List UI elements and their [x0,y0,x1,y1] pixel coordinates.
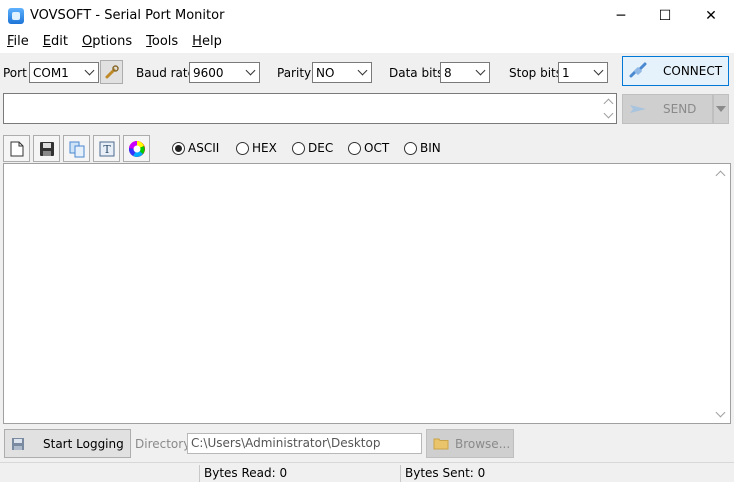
chevron-down-icon [472,71,489,74]
directory-field[interactable]: C:\Users\Administrator\Desktop [187,433,422,454]
menu-options[interactable]: Options [75,31,139,53]
scroll-down-icon [715,407,726,418]
directory-label: Directory: [135,437,194,451]
menu-tools[interactable]: Tools [139,31,185,53]
save-icon [39,141,54,156]
wrench-icon [105,65,119,79]
port-select[interactable]: COM1 [29,62,99,83]
title-bar: VOVSOFT - Serial Port Monitor ─ ☐ ✕ [0,0,734,31]
baud-rate-select[interactable]: 9600 [189,62,260,83]
chevron-down-icon [590,71,607,74]
radio-bin[interactable]: BIN [404,141,441,155]
send-options-dropdown[interactable] [713,94,729,124]
chevron-down-icon [354,71,371,74]
font-icon: T [99,141,114,156]
close-button[interactable]: ✕ [688,0,734,31]
send-arrow-icon [630,105,646,113]
menu-edit[interactable]: Edit [36,31,75,53]
start-logging-button[interactable]: Start Logging [4,429,131,458]
window-title: VOVSOFT - Serial Port Monitor [30,8,225,23]
baud-rate-label: Baud rate [136,66,195,80]
color-button[interactable] [123,135,150,162]
send-input[interactable] [3,93,617,124]
caret-down-icon [716,106,726,112]
minimize-button[interactable]: ─ [598,0,644,31]
menu-file[interactable]: File [0,31,36,53]
browse-button[interactable]: Browse... [426,429,514,458]
copy-button[interactable] [63,135,90,162]
connect-button[interactable]: CONNECT [622,56,729,86]
status-bar: Bytes Read: 0 Bytes Sent: 0 [0,462,734,482]
new-button[interactable] [3,135,30,162]
status-divider [199,465,200,482]
color-wheel-icon [128,140,145,157]
maximize-button[interactable]: ☐ [642,0,688,31]
output-textarea[interactable] [3,163,731,424]
port-label: Port [3,66,27,80]
status-divider [400,465,401,482]
scroll-up-icon [603,98,614,109]
radio-ascii[interactable]: ASCII [172,141,219,155]
port-settings-button[interactable] [100,60,123,84]
copy-icon [69,141,84,157]
save-button[interactable] [33,135,60,162]
stop-bits-label: Stop bits [509,66,563,80]
new-file-icon [10,141,23,156]
font-button[interactable]: T [93,135,120,162]
stop-bits-select[interactable]: 1 [558,62,608,83]
app-icon [8,8,24,24]
chevron-down-icon [242,71,259,74]
scroll-down-icon [603,108,614,119]
radio-dec[interactable]: DEC [292,141,333,155]
send-button[interactable]: SEND [622,94,713,124]
menu-bar: File Edit Options Tools Help [0,31,734,53]
bytes-read-status: Bytes Read: 0 [204,466,288,480]
send-input-scrollbar[interactable] [603,96,615,122]
scroll-up-icon [715,170,726,181]
plug-icon [629,62,647,78]
parity-select[interactable]: NO [312,62,372,83]
data-bits-label: Data bits [389,66,444,80]
parity-label: Parity [277,66,312,80]
svg-text:T: T [103,143,111,156]
menu-help[interactable]: Help [185,31,229,53]
output-scrollbar[interactable] [714,166,728,421]
data-bits-select[interactable]: 8 [440,62,490,83]
disk-icon [12,437,24,450]
folder-icon [433,438,449,450]
radio-hex[interactable]: HEX [236,141,277,155]
bytes-sent-status: Bytes Sent: 0 [405,466,486,480]
radio-oct[interactable]: OCT [348,141,389,155]
chevron-down-icon [81,71,98,74]
